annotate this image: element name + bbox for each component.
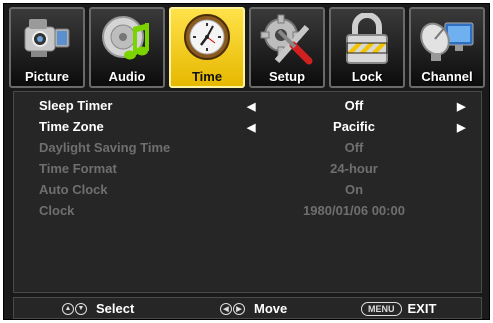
tab-label: Picture (24, 69, 70, 84)
help-move-label: Move (254, 301, 288, 316)
up-arrow-icon: ▲ (62, 302, 74, 315)
setting-value: Pacific (333, 119, 375, 134)
setting-value: Off (344, 140, 364, 155)
tab-label: Audio (108, 69, 146, 84)
tab-setup[interactable]: Setup (249, 7, 325, 88)
help-select: ▲ ▼ Select (62, 301, 134, 316)
menu-key-icon: MENU (361, 301, 402, 316)
setting-label: Sleep Timer (39, 98, 113, 113)
help-move: ◀ ▶ Move (220, 301, 287, 316)
setting-value: 24-hour (330, 161, 378, 176)
setting-row-auto-clock: Auto Clock On (14, 180, 481, 200)
tab-label: Channel (421, 69, 473, 84)
camcorder-icon (24, 19, 70, 57)
arrow-right-icon[interactable]: ▶ (457, 121, 465, 134)
setting-label: Time Format (39, 161, 117, 176)
setting-row-time-format: Time Format 24-hour (14, 159, 481, 179)
music-note-icon (102, 16, 149, 60)
down-arrow-icon: ▼ (75, 302, 87, 315)
arrow-left-icon[interactable]: ◀ (247, 100, 255, 113)
setting-row-daylight-saving-time: Daylight Saving Time Off (14, 138, 481, 158)
tab-channel[interactable]: Channel (409, 7, 485, 88)
setting-label: Daylight Saving Time (39, 140, 171, 155)
setting-value: 1980/01/06 00:00 (303, 203, 405, 218)
help-exit-label: EXIT (407, 301, 437, 316)
setting-row-time-zone[interactable]: Time Zone ◀ Pacific ▶ (14, 117, 481, 137)
tab-label: Setup (268, 69, 306, 84)
arrow-left-icon[interactable]: ◀ (247, 121, 255, 134)
menu-tab-bar: Picture Audio Time Setup Lock Channel (9, 7, 486, 88)
tab-audio[interactable]: Audio (89, 7, 165, 88)
setting-label: Auto Clock (39, 182, 108, 197)
tab-label: Lock (351, 69, 383, 84)
help-exit: MENU EXIT (361, 301, 436, 316)
tv-osd-menu: Picture Audio Time Setup Lock Channel Sl… (3, 3, 490, 320)
setting-row-sleep-timer[interactable]: Sleep Timer ◀ Off ▶ (14, 96, 481, 116)
left-arrow-icon: ◀ (220, 302, 232, 315)
padlock-icon (346, 13, 388, 64)
arrow-right-icon[interactable]: ▶ (457, 100, 465, 113)
satellite-dish-icon (420, 22, 474, 61)
help-bar: ▲ ▼ Select ◀ ▶ Move MENU EXIT (13, 297, 482, 319)
setting-label: Time Zone (39, 119, 104, 134)
setting-value: Off (344, 98, 364, 113)
tab-picture[interactable]: Picture (9, 7, 85, 88)
setting-label: Clock (39, 203, 75, 218)
tab-lock[interactable]: Lock (329, 7, 405, 88)
help-select-label: Select (96, 301, 135, 316)
time-settings-panel: Sleep Timer ◀ Off ▶ Time Zone ◀ Pacific … (13, 91, 482, 293)
tab-label: Time (191, 69, 223, 84)
tools-icon (260, 14, 313, 65)
right-arrow-icon: ▶ (233, 302, 245, 315)
setting-row-clock: Clock 1980/01/06 00:00 (14, 201, 481, 221)
clock-icon (184, 14, 230, 60)
tab-time[interactable]: Time (169, 7, 245, 88)
setting-value: On (344, 182, 364, 197)
